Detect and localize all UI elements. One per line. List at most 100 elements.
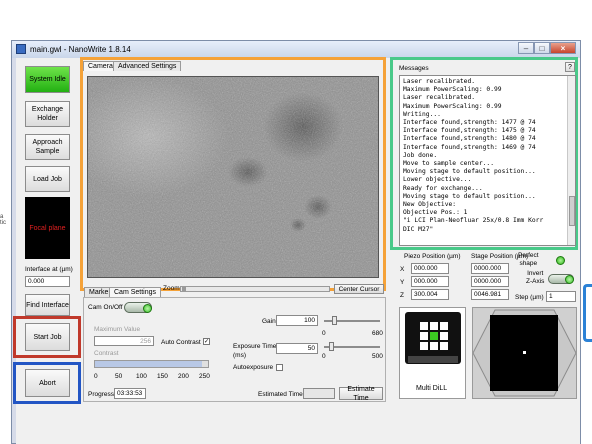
message-line: Maximum PowerScaling: 0.99 (403, 86, 502, 94)
piezo-z: 300.004 (411, 289, 449, 300)
message-line: Objective Pos.: 1 (403, 209, 468, 217)
window-title: main.gwl - NanoWrite 1.8.14 (30, 45, 131, 54)
objective-selector[interactable]: Multi DiLL (399, 307, 466, 399)
objective-cell-selected[interactable] (430, 332, 438, 340)
contrast-label: Contrast (94, 350, 119, 357)
find-interface-button[interactable]: Find Interface (25, 294, 70, 316)
perfect-shape-led (556, 256, 565, 265)
gain-max-tick: 680 (372, 330, 383, 337)
axis-x-label: X (400, 266, 405, 273)
contrast-tick-label: 0 (94, 373, 98, 380)
objective-cell[interactable] (420, 322, 428, 330)
message-line: Ready for exchange... (403, 184, 483, 192)
focal-plane-view: Focal plane (25, 197, 70, 259)
axis-z-label: Z (400, 292, 404, 299)
gain-label: Gain (262, 318, 276, 325)
objective-cell[interactable] (430, 342, 438, 350)
objective-base (408, 356, 458, 363)
messages-scrollbar-thumb[interactable] (569, 196, 575, 226)
message-line: Interface found,strength: 1480 @ 74 (403, 135, 536, 143)
step-input[interactable]: 1 (546, 291, 576, 302)
abort-button[interactable]: Abort (25, 369, 70, 397)
message-line: Laser recalibrated. (403, 94, 476, 102)
contrast-fill (95, 361, 203, 367)
cam-onoff-label: Cam On/Off (88, 304, 123, 311)
app-icon (16, 44, 26, 54)
exposure-input[interactable]: 50 (276, 343, 318, 354)
contrast-tick-label: 50 (115, 373, 123, 380)
estimate-time-button[interactable]: Estimate Time (339, 386, 383, 402)
messages-help-button[interactable]: ? (565, 62, 575, 72)
objective-cell[interactable] (420, 342, 428, 350)
message-line: Interface found,strength: 1475 @ 74 (403, 127, 536, 135)
autoexposure-checkbox[interactable] (276, 364, 283, 371)
exchange-holder-button[interactable]: Exchange Holder (25, 101, 70, 127)
gain-slider-thumb[interactable] (331, 316, 337, 325)
message-line: DIC M27" (403, 225, 434, 233)
objective-cell[interactable] (420, 332, 428, 340)
edge-highlight (583, 284, 592, 342)
max-value-field: 256 (94, 336, 154, 346)
messages-scrollbar[interactable] (567, 76, 575, 245)
message-line: New Objective: (403, 201, 457, 209)
progress-label: Progress (88, 391, 115, 398)
start-job-button[interactable]: Start Job (25, 323, 70, 351)
close-button[interactable]: × (550, 42, 576, 54)
exposure-min-tick: 0 (322, 353, 326, 360)
progress-value: 03:33:53 (114, 388, 146, 399)
objective-cell[interactable] (430, 322, 438, 330)
tab-cam-settings[interactable]: Cam Settings (109, 287, 162, 297)
center-cursor-button[interactable]: Center Cursor (334, 284, 384, 294)
message-line: Moving stage to default position... (403, 168, 536, 176)
system-idle-indicator: System Idle (25, 66, 70, 93)
zoom-slider[interactable] (180, 286, 330, 292)
contrast-tick-label: 200 (178, 373, 189, 380)
exposure-label: Exposure Time (ms) (233, 343, 277, 359)
interface-label: Interface at (µm) (25, 266, 73, 273)
zoom-slider-thumb[interactable] (182, 287, 186, 291)
message-line: Lower objective... (403, 176, 472, 184)
gain-min-tick: 0 (322, 330, 326, 337)
invert-z-knob (565, 275, 574, 284)
stage-y: 0000.000 (471, 276, 509, 287)
auto-contrast-checkbox[interactable]: ✓ (203, 338, 210, 345)
invert-z-toggle[interactable] (548, 274, 574, 284)
background-fragment: a tic (0, 214, 6, 226)
interface-input[interactable]: 0.000 (25, 276, 70, 287)
gain-input[interactable]: 100 (276, 315, 318, 326)
contrast-ticks: 0 50 100 150 200 250 (94, 373, 210, 381)
objective-cell[interactable] (440, 332, 448, 340)
exposure-slider-thumb[interactable] (329, 342, 334, 351)
objective-grid (405, 312, 461, 364)
camera-panel-highlight (80, 57, 386, 291)
step-label: Step (µm) (515, 294, 544, 301)
objective-cell[interactable] (440, 342, 448, 350)
message-line: Move to sample center... (403, 160, 494, 168)
objective-cells (420, 322, 449, 351)
message-line: Laser recalibrated. (403, 78, 476, 85)
objective-label: Multi DiLL (416, 385, 448, 392)
minimize-button[interactable]: – (518, 42, 534, 54)
piezo-x: 000.000 (411, 263, 449, 274)
axis-y-label: Y (400, 279, 405, 286)
approach-sample-button[interactable]: Approach Sample (25, 134, 70, 160)
cam-onoff-knob (143, 304, 152, 313)
auto-contrast-label: Auto Contrast (161, 339, 201, 346)
piezo-y: 000.000 (411, 276, 449, 287)
cam-onoff-toggle[interactable] (124, 302, 152, 313)
message-line: Writing... (403, 110, 441, 118)
contrast-slider[interactable] (94, 360, 209, 368)
estimated-time-label: Estimated Time (258, 391, 303, 398)
sample-overview[interactable] (472, 307, 577, 399)
perfect-shape-label: Perfect shape (518, 252, 539, 267)
max-value-label: Maximum Value (94, 326, 141, 333)
message-line: Interface found,strength: 1469 @ 74 (403, 143, 536, 151)
piezo-position-label: Piezo Position (µm) (404, 253, 461, 260)
load-job-button[interactable]: Load Job (25, 166, 70, 192)
message-line: Interface found,strength: 1477 @ 74 (403, 119, 536, 127)
objective-cell[interactable] (440, 322, 448, 330)
stage-x: 0000.000 (471, 263, 509, 274)
maximize-button[interactable]: □ (534, 42, 550, 54)
contrast-tick-label: 150 (157, 373, 168, 380)
contrast-tick-label: 250 (199, 373, 210, 380)
